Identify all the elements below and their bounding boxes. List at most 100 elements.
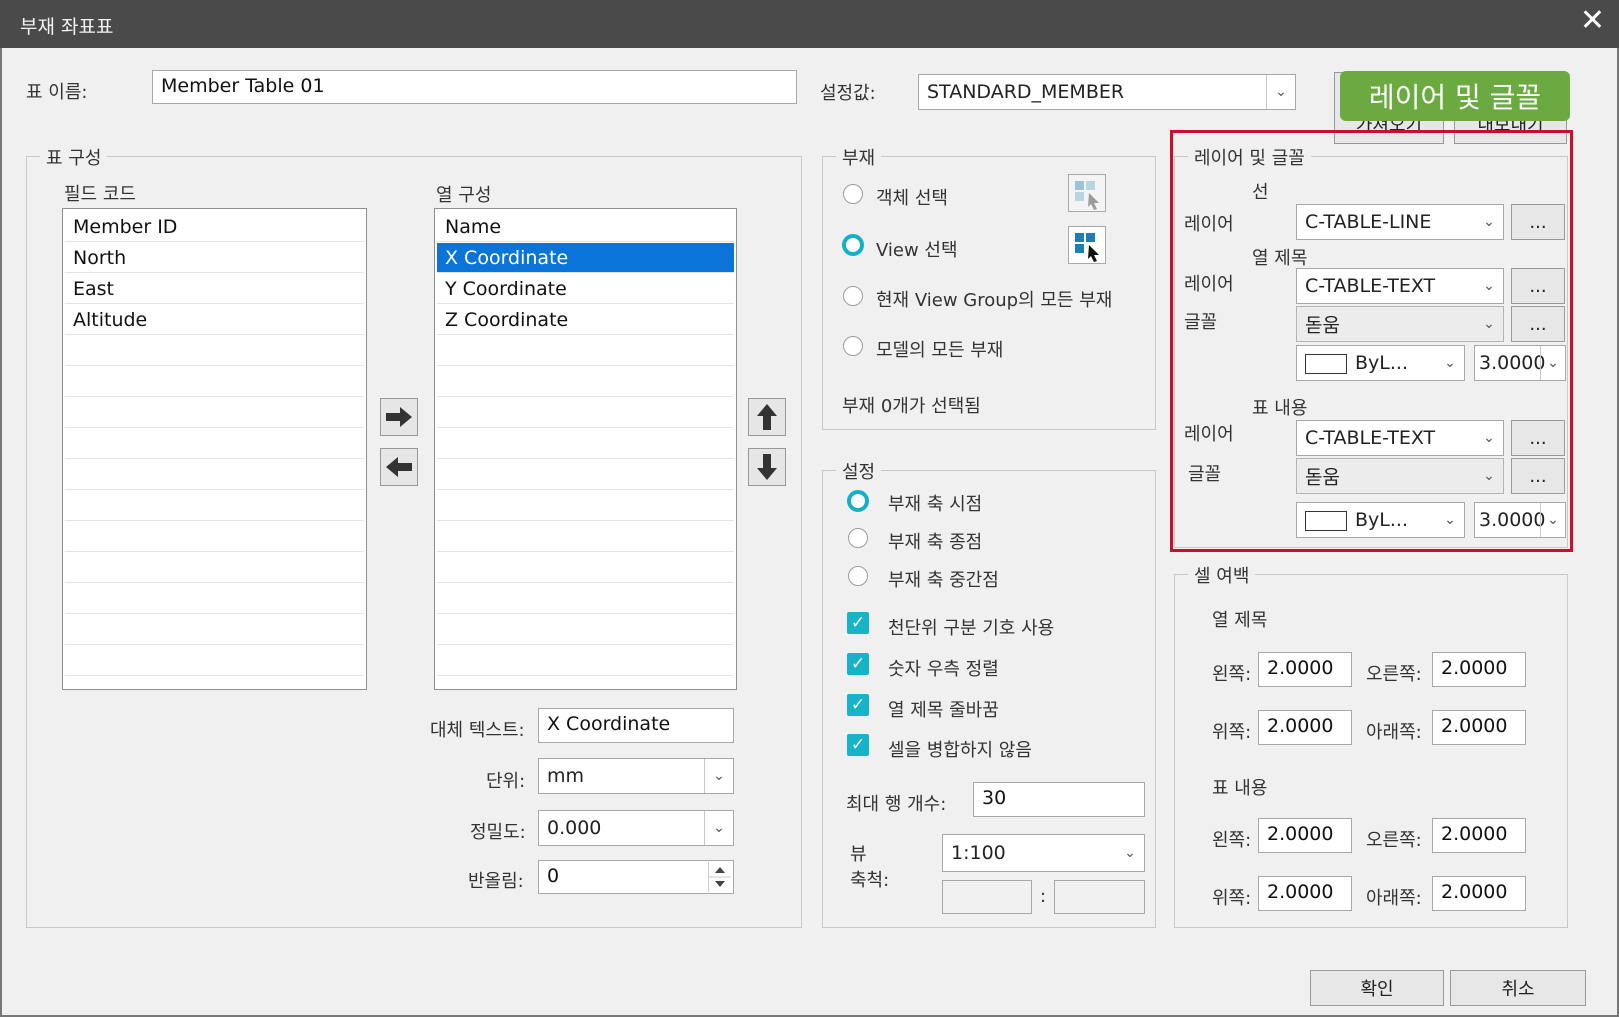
content-bottom-margin-input[interactable]: 2.0000	[1432, 876, 1526, 911]
line-layer-select[interactable]: C-TABLE-LINE ⌄	[1296, 204, 1504, 240]
column-config-label: 열 구성	[436, 185, 492, 206]
max-rows-input[interactable]: 30	[973, 782, 1145, 817]
cancel-button[interactable]: 취소	[1450, 970, 1586, 1006]
list-item[interactable]: East	[65, 274, 364, 304]
table-config-label: 표 구성	[40, 144, 108, 170]
col-left-margin-input[interactable]: 2.0000	[1258, 652, 1352, 687]
radio-all-model[interactable]	[843, 336, 863, 356]
radio-view-select[interactable]	[842, 234, 864, 256]
content-color-select[interactable]: ByL... ⌄	[1296, 502, 1465, 538]
precision-value: 0.000	[547, 817, 602, 839]
checkbox-no-merge[interactable]: ✓	[847, 734, 869, 756]
scale-colon: :	[1040, 886, 1047, 907]
layer-font-tooltip: 레이어 및 글꼴	[1340, 71, 1570, 121]
col-title-layer-value: C-TABLE-TEXT	[1305, 275, 1436, 297]
checkbox-wrap-header[interactable]: ✓	[847, 694, 869, 716]
content-layer-browse-button[interactable]: ...	[1511, 420, 1565, 456]
view-scale-select[interactable]: 1:100 ⌄	[942, 834, 1145, 872]
ok-button[interactable]: 확인	[1310, 970, 1444, 1006]
list-item-selected[interactable]: X Coordinate	[437, 243, 734, 273]
list-empty-row	[437, 522, 734, 552]
radio-object-select[interactable]	[843, 184, 863, 204]
column-config-list[interactable]: Name X Coordinate Y Coordinate Z Coordin…	[434, 208, 737, 690]
col-bottom-margin-input[interactable]: 2.0000	[1432, 710, 1526, 745]
radio-start-point[interactable]	[847, 490, 869, 512]
line-layer-browse-button[interactable]: ...	[1511, 204, 1565, 240]
col-title-layer-browse-button[interactable]: ...	[1511, 268, 1565, 304]
list-empty-row	[65, 522, 364, 552]
col-title-height-select[interactable]: 3.0000 ⌄	[1474, 345, 1566, 381]
content-layer-select[interactable]: C-TABLE-TEXT ⌄	[1296, 420, 1504, 456]
remove-column-button[interactable]	[380, 448, 418, 486]
select-object-icon[interactable]	[1068, 174, 1106, 212]
radio-mid-point[interactable]	[848, 566, 868, 586]
content-left-margin-input[interactable]: 2.0000	[1258, 818, 1352, 853]
radio-end-point[interactable]	[848, 528, 868, 548]
content-font-select[interactable]: 돋움 ⌄	[1296, 458, 1504, 494]
left-label: 왼쪽:	[1212, 664, 1252, 685]
list-item[interactable]: Name	[437, 212, 734, 242]
arrow-down-icon	[757, 454, 777, 480]
spin-icon[interactable]	[708, 862, 731, 892]
chevron-down-icon: ⌄	[704, 811, 733, 845]
chevron-down-icon: ⌄	[1444, 355, 1456, 371]
alt-text-input[interactable]: X Coordinate	[538, 708, 734, 743]
color-swatch	[1305, 354, 1347, 374]
option-label: View 선택	[876, 240, 958, 261]
content-right-margin-input[interactable]: 2.0000	[1432, 818, 1526, 853]
chevron-down-icon: ⌄	[1483, 430, 1495, 446]
col-title-color-select[interactable]: ByL... ⌄	[1296, 345, 1465, 381]
check-label: 숫자 우측 정렬	[888, 659, 999, 680]
col-title-font-select[interactable]: 돋움 ⌄	[1296, 306, 1504, 342]
left-label: 왼쪽:	[1212, 830, 1252, 851]
layer-label: 레이어	[1184, 424, 1234, 445]
table-name-input[interactable]: Member Table 01	[152, 70, 797, 104]
list-empty-row	[437, 398, 734, 428]
add-column-button[interactable]	[380, 398, 418, 436]
window-title: 부재 좌표표	[20, 16, 114, 38]
font-label: 글꼴	[1184, 312, 1218, 333]
unit-select[interactable]: mm ⌄	[538, 758, 734, 794]
list-item[interactable]: Member ID	[65, 212, 364, 242]
col-title-layer-select[interactable]: C-TABLE-TEXT ⌄	[1296, 268, 1504, 304]
bottom-label: 아래쪽:	[1366, 722, 1422, 743]
col-right-margin-input[interactable]: 2.0000	[1432, 652, 1526, 687]
content-font-browse-button[interactable]: ...	[1511, 458, 1565, 494]
content-height-value: 3.0000	[1479, 509, 1546, 531]
list-empty-row	[437, 646, 734, 676]
list-item[interactable]: Z Coordinate	[437, 305, 734, 335]
move-down-button[interactable]	[748, 448, 786, 486]
rounding-stepper[interactable]: 0	[538, 860, 734, 894]
content-height-select[interactable]: 3.0000 ⌄	[1474, 502, 1566, 538]
close-icon[interactable]: ✕	[1580, 6, 1605, 36]
col-title-header: 열 제목	[1252, 248, 1308, 269]
move-up-button[interactable]	[748, 398, 786, 436]
cell-margin-group-label: 셀 여백	[1188, 562, 1256, 588]
list-empty-row	[65, 398, 364, 428]
col-title-color-value: ByL...	[1355, 352, 1408, 374]
list-empty-row	[437, 367, 734, 397]
option-label: 부재 축 종점	[888, 532, 983, 553]
checkbox-thousands-separator[interactable]: ✓	[847, 612, 869, 634]
preset-select[interactable]: STANDARD_MEMBER ⌄	[918, 74, 1296, 110]
list-empty-row	[65, 429, 364, 459]
checkbox-right-align[interactable]: ✓	[847, 653, 869, 675]
list-empty-row	[65, 584, 364, 614]
select-view-icon[interactable]	[1068, 226, 1106, 264]
rounding-label: 반올림:	[468, 871, 524, 892]
view-scale-label: 뷰	[850, 844, 867, 865]
layer-label: 레이어	[1184, 274, 1234, 295]
field-code-list[interactable]: Member ID North East Altitude	[62, 208, 367, 690]
content-top-margin-input[interactable]: 2.0000	[1258, 876, 1352, 911]
bottom-label: 아래쪽:	[1366, 888, 1422, 909]
line-layer-value: C-TABLE-LINE	[1305, 211, 1432, 233]
list-item[interactable]: North	[65, 243, 364, 273]
font-label: 글꼴	[1188, 464, 1222, 485]
radio-current-view-group[interactable]	[843, 286, 863, 306]
col-top-margin-input[interactable]: 2.0000	[1258, 710, 1352, 745]
precision-select[interactable]: 0.000 ⌄	[538, 810, 734, 846]
table-name-label: 표 이름:	[26, 82, 88, 103]
col-title-font-browse-button[interactable]: ...	[1511, 306, 1565, 342]
list-item[interactable]: Y Coordinate	[437, 274, 734, 304]
list-item[interactable]: Altitude	[65, 305, 364, 335]
